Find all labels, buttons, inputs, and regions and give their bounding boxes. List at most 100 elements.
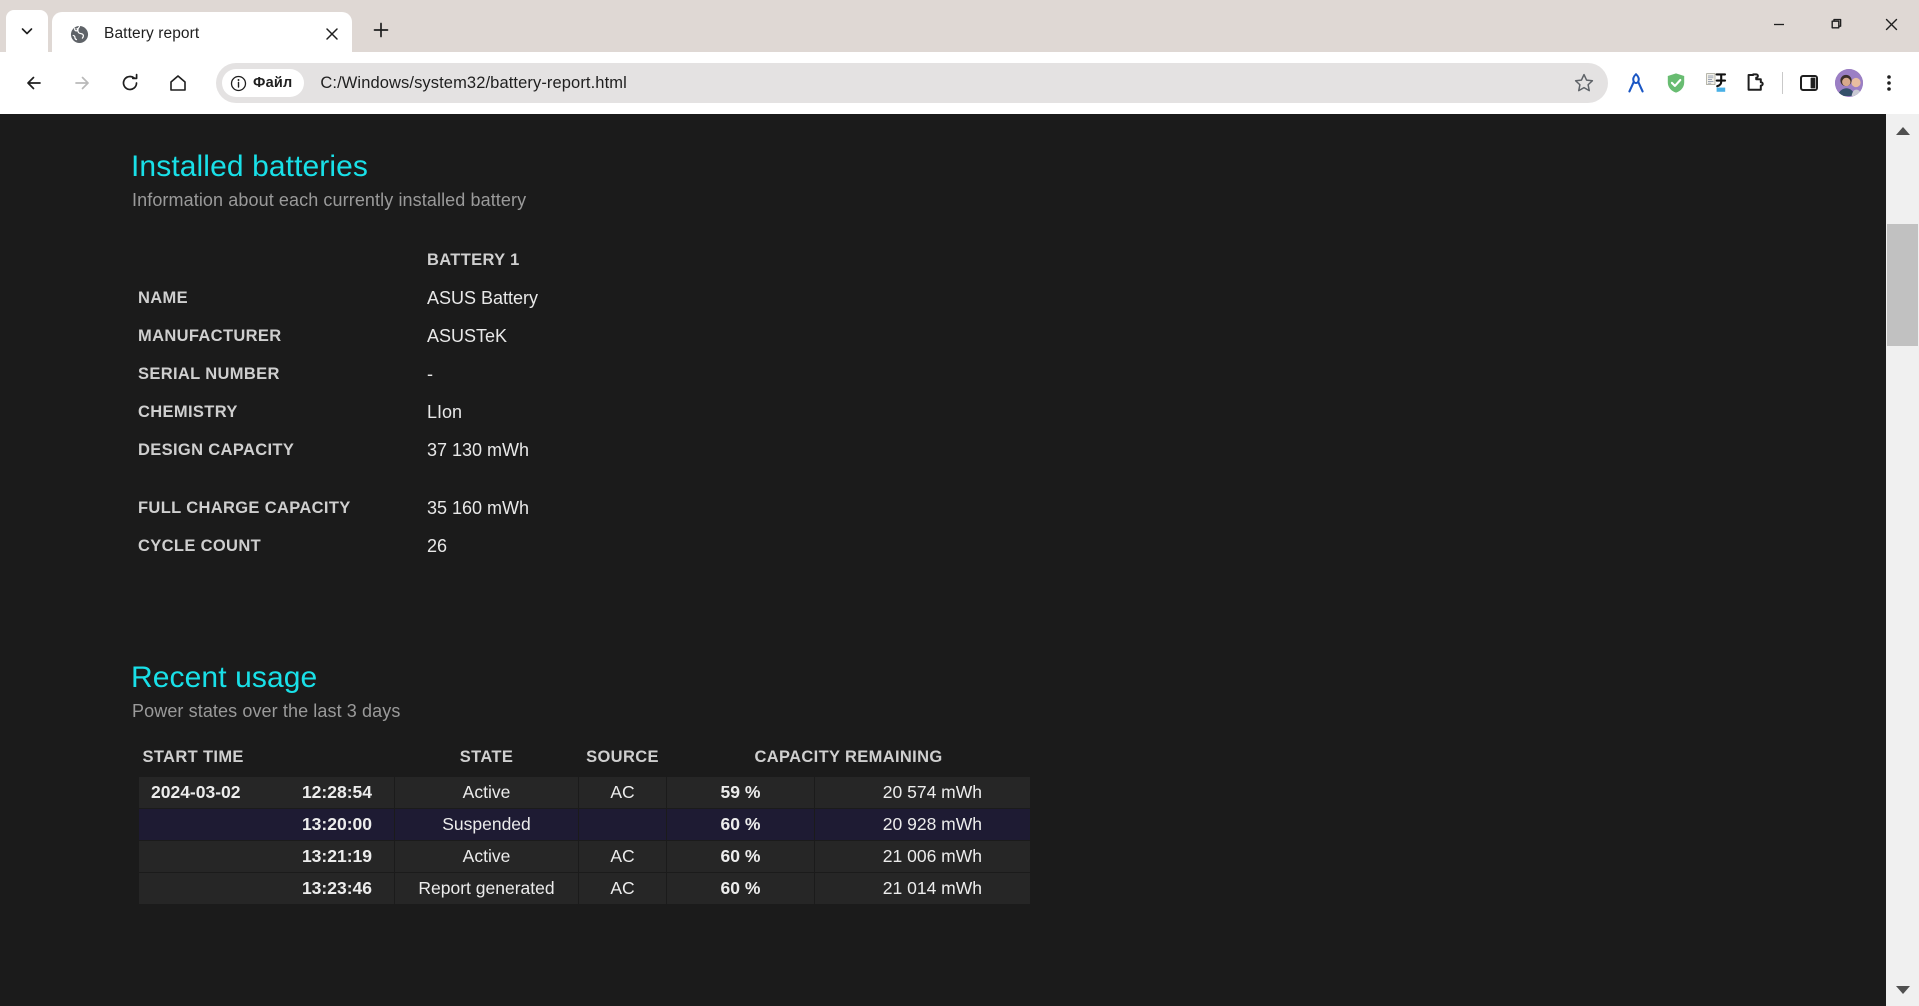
row-value: ASUSTeK xyxy=(427,326,508,346)
recent-usage-title: Recent usage xyxy=(131,661,318,694)
browser-window: Battery report Файл C:/Windows/system32/… xyxy=(0,0,1919,1006)
back-button[interactable] xyxy=(14,63,54,103)
forward-button[interactable] xyxy=(62,63,102,103)
cell-start-time: 2024-03-02 12:28:54 xyxy=(138,776,395,809)
cell-source: AC xyxy=(578,872,667,905)
header-state: STATE xyxy=(459,748,514,766)
extension-icons xyxy=(1616,63,1909,103)
header-capacity-remaining: CAPACITY REMAINING xyxy=(754,748,943,766)
row-value: 35 160 mWh xyxy=(427,498,530,518)
cell-time: 13:20:00 xyxy=(301,814,372,834)
installed-batteries-table: BATTERY 1 NAME ASUS Battery MANUFACTURER… xyxy=(131,241,538,565)
cell-time: 12:28:54 xyxy=(301,782,372,802)
row-value: 26 xyxy=(427,536,448,556)
cell-time: 13:21:19 xyxy=(301,846,372,866)
recent-usage-body: 2024-03-02 12:28:54 Active AC 59 % 20 574… xyxy=(138,776,1031,905)
cell-capacity: 21 014 mWh xyxy=(814,872,1031,905)
minimize-button[interactable] xyxy=(1751,0,1807,48)
table-row: CHEMISTRY LIon xyxy=(131,393,538,431)
side-panel-button[interactable] xyxy=(1789,63,1829,103)
table-row: DESIGN CAPACITY 37 130 mWh xyxy=(131,431,538,469)
cell-source: AC xyxy=(578,776,667,809)
tab-search-button[interactable] xyxy=(6,10,48,52)
cell-capacity: 20 574 mWh xyxy=(814,776,1031,809)
adguard-extension-icon[interactable] xyxy=(1656,63,1696,103)
cell-state: Suspended xyxy=(394,808,579,841)
header-row: START TIME STATE SOURCE CAPACITY REMAINI… xyxy=(139,748,1031,777)
cell-percent: 60 % xyxy=(666,840,815,873)
spacer-cell xyxy=(131,469,427,489)
reload-button[interactable] xyxy=(110,63,150,103)
recent-usage-table: START TIME STATE SOURCE CAPACITY REMAINI… xyxy=(138,748,1031,905)
profile-button[interactable] xyxy=(1829,63,1869,103)
home-button[interactable] xyxy=(158,63,198,103)
side-panel-icon xyxy=(1800,75,1818,91)
bookmark-star-button[interactable] xyxy=(1568,67,1600,99)
new-tab-button[interactable] xyxy=(365,14,397,46)
row-label: SERIAL NUMBER xyxy=(138,365,280,383)
puzzle-icon xyxy=(1747,73,1764,91)
cell-date: 2024-03-02 xyxy=(151,782,241,802)
installed-batteries-subtitle: Information about each currently install… xyxy=(132,190,527,210)
page-scrollbar[interactable] xyxy=(1886,114,1919,1006)
triangle-up-icon xyxy=(1895,126,1910,135)
scrollbar-thumb[interactable] xyxy=(1887,224,1918,346)
empty-cell xyxy=(131,241,427,279)
cell-capacity: 21 006 mWh xyxy=(814,840,1031,873)
page-viewport: Installed batteries Information about ea… xyxy=(0,114,1919,1006)
battery-1-header: BATTERY 1 xyxy=(427,251,520,269)
cell-source: AC xyxy=(578,840,667,873)
plus-icon xyxy=(373,22,389,38)
cell-percent: 59 % xyxy=(666,776,815,809)
browser-menu-button[interactable] xyxy=(1869,63,1909,103)
table-row: MANUFACTURER ASUSTeK xyxy=(131,317,538,355)
table-row: SERIAL NUMBER - xyxy=(131,355,538,393)
file-chip-label: Файл xyxy=(253,75,293,91)
close-window-button[interactable] xyxy=(1863,0,1919,48)
row-value: - xyxy=(427,364,433,384)
translate-extension-icon[interactable] xyxy=(1696,63,1736,103)
cell-state: Report generated xyxy=(394,872,579,905)
translate-icon xyxy=(1706,73,1727,92)
ribbon-extension-icon[interactable] xyxy=(1616,63,1656,103)
cell-percent: 60 % xyxy=(666,872,815,905)
reload-icon xyxy=(122,73,138,91)
row-label: DESIGN CAPACITY xyxy=(138,441,295,459)
scrollbar-up-button[interactable] xyxy=(1886,114,1919,147)
row-label: FULL CHARGE CAPACITY xyxy=(138,499,351,517)
restore-icon xyxy=(1831,18,1841,28)
row-value: LIon xyxy=(427,402,463,422)
cell-state: Active xyxy=(394,840,579,873)
tab-close-button[interactable] xyxy=(318,20,346,48)
cell-time: 13:23:46 xyxy=(301,878,372,898)
address-bar[interactable]: Файл C:/Windows/system32/battery-report.… xyxy=(216,63,1608,103)
battery-report-document: Installed batteries Information about ea… xyxy=(0,114,1886,1006)
row-label: MANUFACTURER xyxy=(138,327,282,345)
recent-usage-subtitle: Power states over the last 3 days xyxy=(132,701,401,721)
file-scheme-chip[interactable]: Файл xyxy=(222,69,305,97)
cell-percent: 60 % xyxy=(666,808,815,841)
avatar-photo-icon xyxy=(1835,69,1863,97)
cell-source xyxy=(578,808,667,841)
url-text[interactable]: C:/Windows/system32/battery-report.html xyxy=(320,74,1568,93)
table-row: CYCLE COUNT 26 xyxy=(131,527,538,565)
window-controls xyxy=(1751,0,1919,48)
close-icon xyxy=(1885,18,1897,30)
recent-usage-head: START TIME STATE SOURCE CAPACITY REMAINI… xyxy=(139,748,1031,777)
cell-capacity: 20 928 mWh xyxy=(814,808,1031,841)
minimize-icon xyxy=(1774,23,1784,26)
back-arrow-icon xyxy=(27,76,41,90)
tab-battery-report[interactable]: Battery report xyxy=(52,12,352,56)
scrollbar-down-button[interactable] xyxy=(1886,973,1919,1006)
extensions-puzzle-button[interactable] xyxy=(1736,63,1776,103)
browser-toolbar: Файл C:/Windows/system32/battery-report.… xyxy=(0,52,1919,114)
cell-start-time: 13:21:19 xyxy=(138,840,395,873)
battery-column-header-row: BATTERY 1 xyxy=(131,241,538,279)
row-value: 37 130 mWh xyxy=(427,440,530,460)
chevron-down-icon xyxy=(21,28,33,35)
tab-title: Battery report xyxy=(104,25,200,42)
table-row: 2024-03-02 12:28:54 Active AC 59 % 20 574… xyxy=(138,776,1031,809)
header-source: SOURCE xyxy=(586,748,659,766)
restore-button[interactable] xyxy=(1807,0,1863,48)
tab-strip: Battery report xyxy=(0,0,1919,56)
